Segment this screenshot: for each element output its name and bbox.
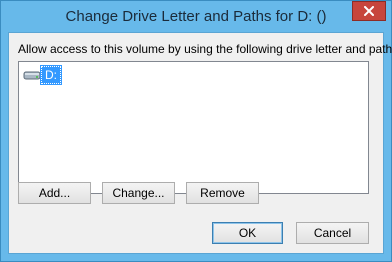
description-label: Allow access to this volume by using the… [18, 42, 392, 56]
add-button[interactable]: Add... [18, 182, 91, 204]
ok-button[interactable]: OK [212, 222, 283, 244]
list-item[interactable]: D: [23, 64, 62, 85]
change-button[interactable]: Change... [102, 182, 175, 204]
close-button[interactable] [352, 1, 386, 21]
dialog-body: Allow access to this volume by using the… [8, 32, 392, 254]
window-title: Change Drive Letter and Paths for D: () [65, 8, 327, 25]
remove-button[interactable]: Remove [186, 182, 259, 204]
close-icon [364, 6, 374, 16]
dialog-window: Change Drive Letter and Paths for D: () … [0, 0, 392, 262]
paths-listbox[interactable]: D: [18, 61, 369, 194]
title-bar[interactable]: Change Drive Letter and Paths for D: () [1, 1, 391, 32]
list-item-label: D: [40, 64, 62, 85]
drive-icon [23, 71, 41, 79]
cancel-button[interactable]: Cancel [296, 222, 369, 244]
